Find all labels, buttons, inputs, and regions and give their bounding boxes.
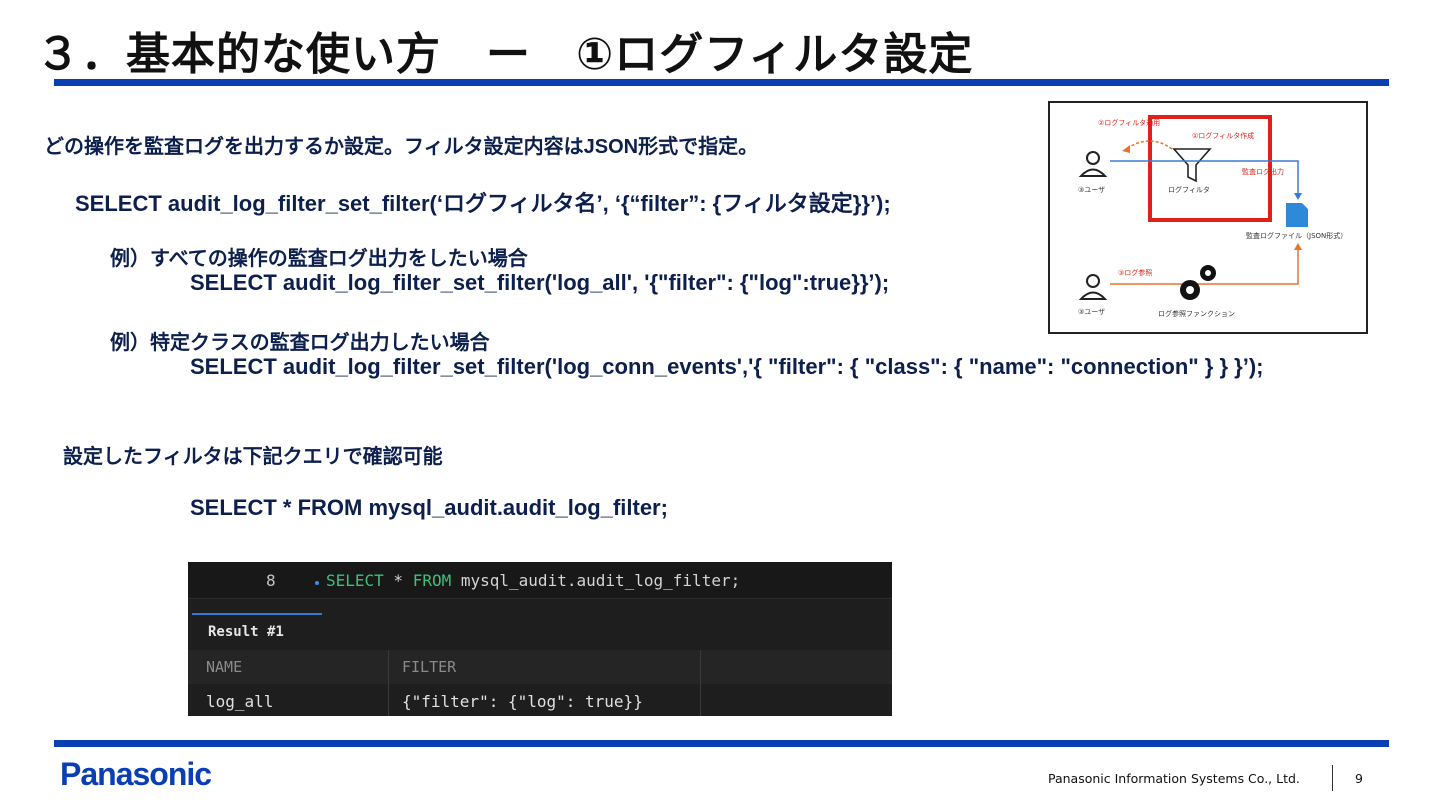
footer-separator	[1332, 765, 1333, 791]
result-tab-indicator	[192, 613, 322, 615]
kw-star: *	[383, 571, 413, 590]
file-icon	[1286, 203, 1308, 227]
column-header-filter[interactable]: FILTER	[402, 658, 456, 676]
column-divider	[700, 650, 701, 716]
cell-filter[interactable]: {"filter": {"log": true}}	[402, 692, 643, 711]
kw-select: SELECT	[326, 571, 384, 590]
user2-icon	[1078, 274, 1108, 300]
example1-label: 例）すべての操作の監査ログ出力をしたい場合	[110, 248, 528, 270]
footer-divider	[54, 740, 1389, 747]
diagram-file: 監査ログファイル（JSON形式）	[1246, 232, 1348, 240]
syntax-text: SELECT audit_log_filter_set_filter(‘ログフィ…	[75, 191, 891, 216]
diagram-user1: ③ユーザ	[1078, 186, 1106, 194]
user1-icon	[1078, 151, 1108, 177]
cell-name[interactable]: log_all	[206, 692, 273, 711]
diagram-step2: ②ログフィルタ適用	[1098, 119, 1161, 127]
title-divider	[54, 79, 1389, 86]
result-header-row	[188, 650, 892, 684]
page-title: ３．基本的な使い方 ー ①ログフィルタ設定	[36, 29, 974, 80]
example1-sql: SELECT audit_log_filter_set_filter('log_…	[190, 270, 890, 295]
column-divider	[388, 650, 389, 716]
example2-sql: SELECT audit_log_filter_set_filter('log_…	[190, 354, 1264, 379]
panasonic-logo: Panasonic	[60, 756, 212, 792]
flow-diagram: ②ログフィルタ適用 ①ログフィルタ作成 監査ログ出力 ③ログ参照 ③ユーザ ログ…	[1048, 101, 1368, 334]
diagram-step3: ③ログ参照	[1118, 269, 1153, 277]
diagram-step1: ①ログフィルタ作成	[1192, 132, 1255, 140]
confirm-label: 設定したフィルタは下記クエリで確認可能	[63, 446, 443, 468]
company-name: Panasonic Information Systems Co., Ltd.	[1048, 771, 1300, 786]
confirm-sql: SELECT * FROM mysql_audit.audit_log_filt…	[190, 495, 668, 520]
query-result-panel: 8 SELECT * FROM mysql_audit.audit_log_fi…	[188, 562, 892, 716]
intro-text: どの操作を監査ログを出力するか設定。フィルタ設定内容はJSON形式で指定。	[44, 136, 759, 158]
kw-from: FROM	[412, 571, 452, 590]
editor-sql: SELECT * FROM mysql_audit.audit_log_filt…	[326, 571, 740, 590]
diagram-output: 監査ログ出力	[1242, 168, 1284, 176]
gear-icon	[1180, 265, 1216, 300]
page-number: 9	[1355, 771, 1363, 786]
column-header-name[interactable]: NAME	[206, 658, 242, 676]
diagram-filter: ログフィルタ	[1168, 186, 1210, 194]
diagram-user2: ③ユーザ	[1078, 308, 1106, 316]
sql-rest: mysql_audit.audit_log_filter;	[451, 571, 741, 590]
line-marker-icon	[315, 581, 319, 585]
editor-line[interactable]: 8 SELECT * FROM mysql_audit.audit_log_fi…	[188, 562, 892, 599]
diagram-function: ログ参照ファンクション	[1158, 310, 1235, 318]
result-tab[interactable]: Result #1	[208, 624, 284, 640]
example2-label: 例）特定クラスの監査ログ出力したい場合	[110, 332, 490, 354]
funnel-icon	[1172, 148, 1212, 183]
line-number: 8	[266, 571, 276, 590]
